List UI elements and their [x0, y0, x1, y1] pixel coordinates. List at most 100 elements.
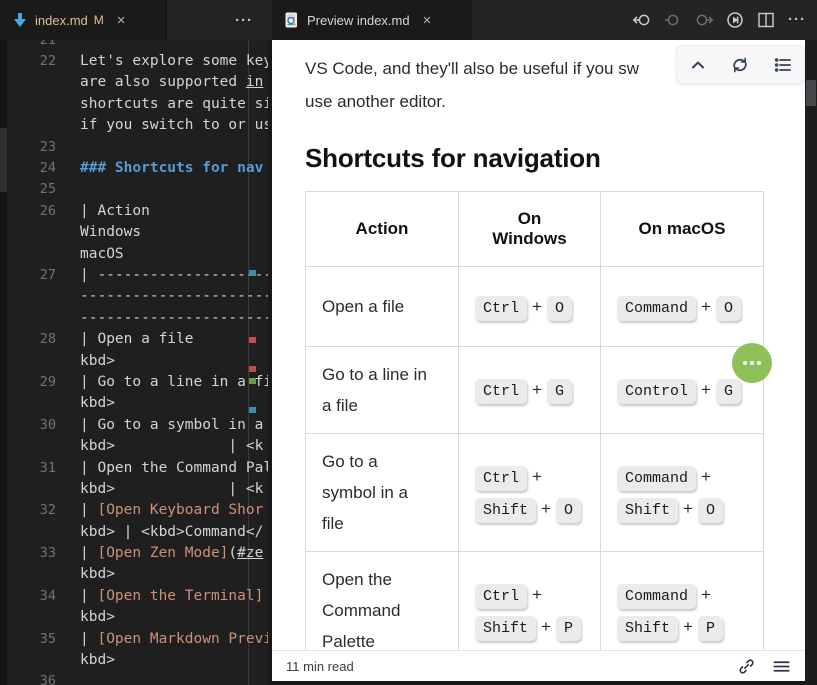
code-line: 22Let's explore some key — [0, 50, 268, 71]
code-line: macOS — [0, 243, 268, 264]
windows-shortcut-cell: Ctrl+O — [459, 267, 601, 347]
code-line: 27| -------------------- — [0, 264, 268, 285]
line-number: 24 — [0, 160, 56, 176]
code-line: 21 — [0, 40, 268, 50]
kbd-key: Command — [617, 466, 696, 491]
code-line: 36 — [0, 671, 268, 685]
kbd-key: Ctrl — [475, 584, 527, 609]
code-line: kbd> | <k — [0, 435, 268, 456]
code-line: 33| [Open Zen Mode](#ze — [0, 542, 268, 563]
collapse-up-icon[interactable] — [687, 54, 709, 76]
line-number: 36 — [0, 673, 56, 685]
kbd-key: O — [698, 498, 723, 523]
code-line: kbd> — [0, 393, 268, 414]
line-number: 23 — [0, 139, 56, 155]
code-line: 34| [Open the Terminal] — [0, 585, 268, 606]
bottom-edge — [272, 681, 817, 685]
overview-decoration — [249, 378, 256, 384]
code-line: 24### Shortcuts for nav — [0, 157, 268, 178]
code-line: kbd> — [0, 350, 268, 371]
more-actions-icon[interactable]: ··· — [787, 10, 807, 30]
kbd-key: O — [547, 296, 572, 321]
line-number: 26 — [0, 203, 56, 219]
code-line: shortcuts are quite si — [0, 93, 268, 114]
code-line: kbd> — [0, 649, 268, 670]
kbd-key: P — [556, 616, 581, 641]
code-line: 26| Action — [0, 200, 268, 221]
kbd-key: Shift — [617, 616, 678, 641]
table-row: Open a fileCtrl+OCommand+O — [306, 267, 764, 347]
table-row: Go to a symbol in a fileCtrl+Shift+OComm… — [306, 434, 764, 552]
kbd-key: Command — [617, 296, 696, 321]
git-modified-badge: M — [94, 13, 104, 27]
tab-overflow-icon[interactable]: ··· — [224, 0, 264, 40]
vscode-window: index.md M × ··· Preview index.md × — [0, 0, 817, 685]
markdown-preview-file-icon — [284, 12, 300, 28]
windows-shortcut-cell: Ctrl+G — [459, 347, 601, 434]
table-header: On macOS — [601, 192, 764, 267]
line-number: 29 — [0, 374, 56, 390]
tab-index-md[interactable]: index.md M × — [0, 0, 167, 40]
tab-preview-index-md[interactable]: Preview index.md × — [272, 0, 472, 40]
go-back-icon[interactable] — [632, 10, 652, 30]
kbd-key: O — [556, 498, 581, 523]
list-outline-icon[interactable] — [772, 54, 794, 76]
menu-icon[interactable] — [772, 657, 791, 676]
kbd-key: Shift — [475, 498, 536, 523]
close-tab-icon[interactable]: × — [114, 12, 129, 29]
refresh-icon[interactable] — [729, 54, 751, 76]
split-editor-icon[interactable] — [756, 10, 776, 30]
action-cell: Go to a line in a file — [306, 347, 459, 434]
overview-decoration — [249, 337, 256, 343]
code-line: kbd> — [0, 607, 268, 628]
action-cell: Open a file — [306, 267, 459, 347]
copy-link-icon[interactable] — [737, 657, 756, 676]
kbd-key: G — [716, 379, 741, 404]
code-line: ---------------------- — [0, 307, 268, 328]
tab-label: Preview index.md — [307, 13, 410, 28]
code-line: 30| Go to a symbol in a — [0, 414, 268, 435]
floating-more-button[interactable] — [732, 343, 772, 383]
line-number: 27 — [0, 267, 56, 283]
line-number: 32 — [0, 502, 56, 518]
code-line: 23 — [0, 136, 268, 157]
go-forward-icon[interactable] — [694, 10, 714, 30]
line-number: 35 — [0, 631, 56, 647]
markdown-source-editor[interactable]: 2122Let's explore some keyare also suppo… — [0, 40, 268, 685]
read-time-label: 11 min read — [286, 659, 721, 674]
overview-decoration — [249, 366, 256, 372]
line-number: 33 — [0, 545, 56, 561]
code-line: kbd> | <kbd>Command</ — [0, 521, 268, 542]
line-number: 34 — [0, 588, 56, 604]
kbd-key: P — [698, 616, 723, 641]
kbd-key: Ctrl — [475, 296, 527, 321]
code-line: 31| Open the Command Pal — [0, 457, 268, 478]
code-area: 2122Let's explore some keyare also suppo… — [0, 40, 268, 685]
code-line: 29| Go to a line in a fi — [0, 371, 268, 392]
overview-decoration — [249, 270, 256, 276]
line-number: 22 — [0, 53, 56, 69]
code-line: 28| Open a file — [0, 328, 268, 349]
macos-shortcut-cell: Command+O — [601, 267, 764, 347]
markdown-file-icon — [12, 12, 28, 28]
table-header: On Windows — [459, 192, 601, 267]
preview-floating-toolbar — [676, 45, 805, 84]
kbd-key: Shift — [475, 616, 536, 641]
section-heading: Shortcuts for navigation — [305, 143, 817, 174]
go-previous-icon[interactable] — [663, 10, 683, 30]
code-line: Windows — [0, 222, 268, 243]
paragraph-line: use another editor. — [305, 85, 817, 118]
preview-scrollbar[interactable] — [805, 40, 817, 685]
line-number: 25 — [0, 181, 56, 197]
line-number: 31 — [0, 460, 56, 476]
tab-label: index.md — [35, 13, 88, 28]
kbd-key: Ctrl — [475, 466, 527, 491]
action-cell: Go to a symbol in a file — [306, 434, 459, 552]
kbd-key: Command — [617, 584, 696, 609]
overview-decoration — [249, 407, 256, 413]
run-or-debug-icon[interactable] — [725, 10, 745, 30]
code-line: 35| [Open Markdown Previ — [0, 628, 268, 649]
line-number: 30 — [0, 417, 56, 433]
markdown-preview-panel: VS Code, and they'll also be useful if y… — [272, 40, 817, 685]
close-tab-icon[interactable]: × — [420, 12, 435, 29]
